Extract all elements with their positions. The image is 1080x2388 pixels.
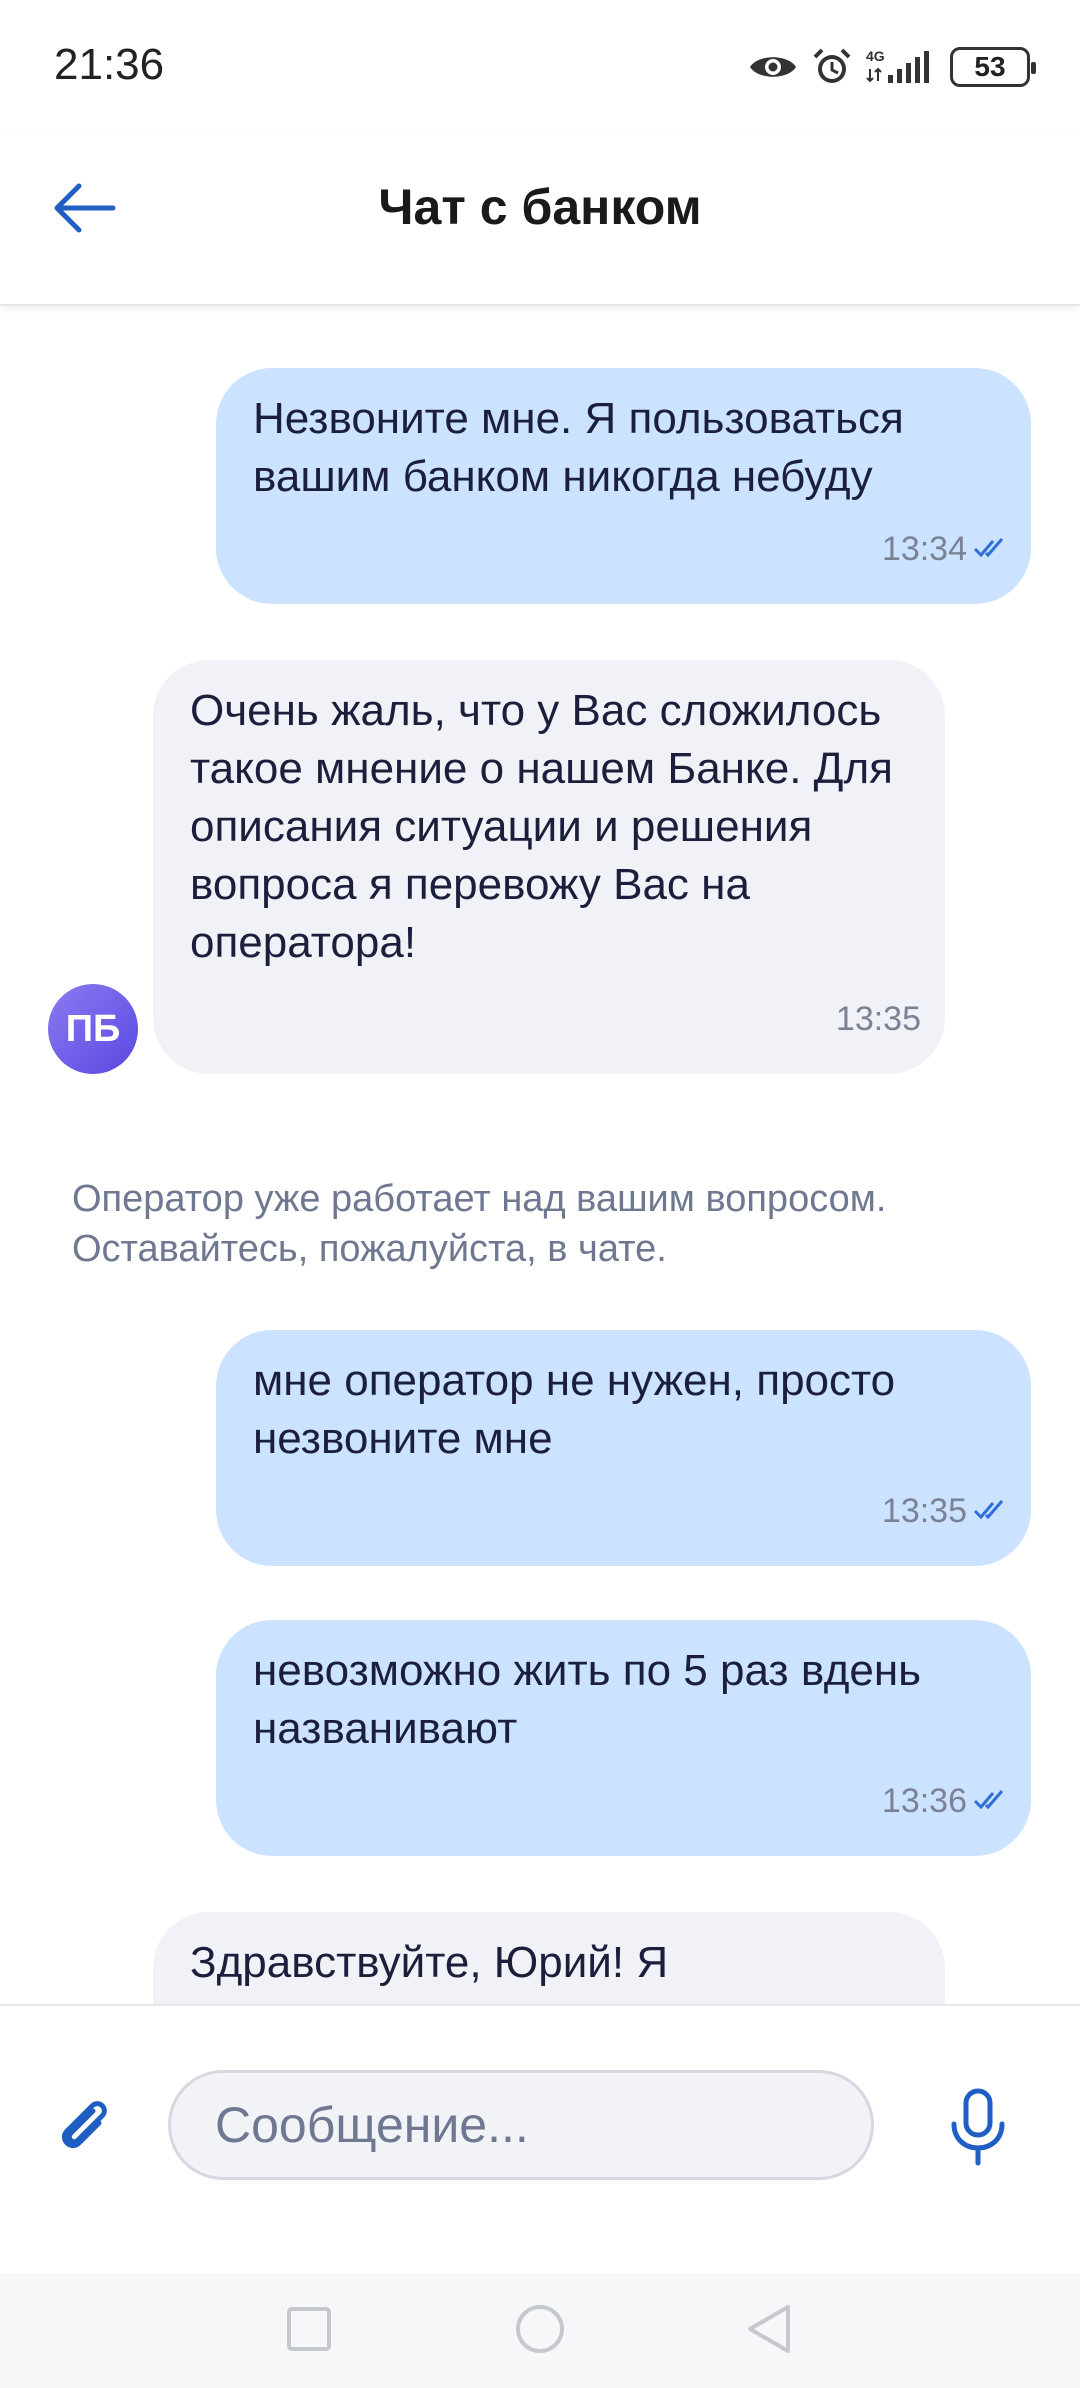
system-note: Оператор уже работает над вашим вопросом… (72, 1174, 1032, 1274)
message-list[interactable]: Незвоните мне. Я пользоваться вашим банк… (0, 306, 1080, 2004)
recents-square-icon (285, 2305, 333, 2358)
message-text: Здравствуйте, Юрий! Я (190, 1938, 669, 1987)
status-time: 21:36 (54, 40, 165, 89)
network-label: 4G (866, 48, 885, 64)
paperclip-icon (49, 2091, 119, 2166)
composer (0, 2004, 1080, 2274)
message-input[interactable] (168, 2070, 874, 2180)
message-text: Очень жаль, что у Вас сложилось такое мн… (190, 686, 906, 967)
microphone-icon (948, 2088, 1008, 2171)
home-circle-icon (514, 2303, 566, 2360)
message-meta: 13:35 (836, 990, 921, 1048)
system-nav-bar (0, 2274, 1080, 2388)
message-meta: 13:34 (882, 520, 1007, 578)
battery-icon: 53 (950, 47, 1036, 87)
message-text: Незвоните мне. Я пользоваться вашим банк… (253, 394, 917, 501)
system-note-text: Оператор уже работает над вашим вопросом… (72, 1178, 887, 1270)
attach-button[interactable] (44, 2088, 124, 2168)
avatar: ПБ (48, 984, 138, 1074)
status-icons: 4G 53 (748, 44, 1036, 90)
incoming-message[interactable]: Здравствуйте, Юрий! Я (153, 1912, 945, 2004)
home-button[interactable] (505, 2296, 575, 2366)
recents-button[interactable] (274, 2296, 344, 2366)
back-triangle-icon (744, 2303, 794, 2360)
message-time: 13:34 (881, 530, 967, 568)
outgoing-message[interactable]: мне оператор не нужен, просто незвоните … (216, 1330, 1031, 1566)
message-meta: 13:35 (882, 1482, 1007, 1540)
signal-icon: 4G (866, 47, 936, 87)
message-text: мне оператор не нужен, просто незвоните … (253, 1356, 908, 1463)
outgoing-message[interactable]: невозможно жить по 5 раз вдень названива… (216, 1620, 1031, 1856)
read-ticks-icon (973, 1482, 1007, 1540)
eye-icon (748, 50, 798, 84)
chat-header: Чат с банком (0, 130, 1080, 306)
outgoing-message[interactable]: Незвоните мне. Я пользоваться вашим банк… (216, 368, 1031, 604)
message-text: невозможно жить по 5 раз вдень названива… (253, 1646, 934, 1753)
message-time: 13:36 (881, 1782, 967, 1820)
page-title: Чат с банком (378, 179, 702, 235)
message-time: 13:35 (835, 1000, 921, 1038)
chat-screen: 21:36 4G 53 Чат с банком Незвоните мне. … (0, 0, 1080, 2388)
message-time: 13:35 (881, 1492, 967, 1530)
read-ticks-icon (973, 1772, 1007, 1830)
incoming-message[interactable]: Очень жаль, что у Вас сложилось такое мн… (153, 660, 945, 1074)
message-meta: 13:36 (882, 1772, 1007, 1830)
nav-back-button[interactable] (734, 2296, 804, 2366)
read-ticks-icon (973, 520, 1007, 578)
mic-button[interactable] (938, 2084, 1018, 2174)
alarm-icon (812, 47, 852, 87)
status-bar: 21:36 4G 53 (0, 0, 1080, 130)
